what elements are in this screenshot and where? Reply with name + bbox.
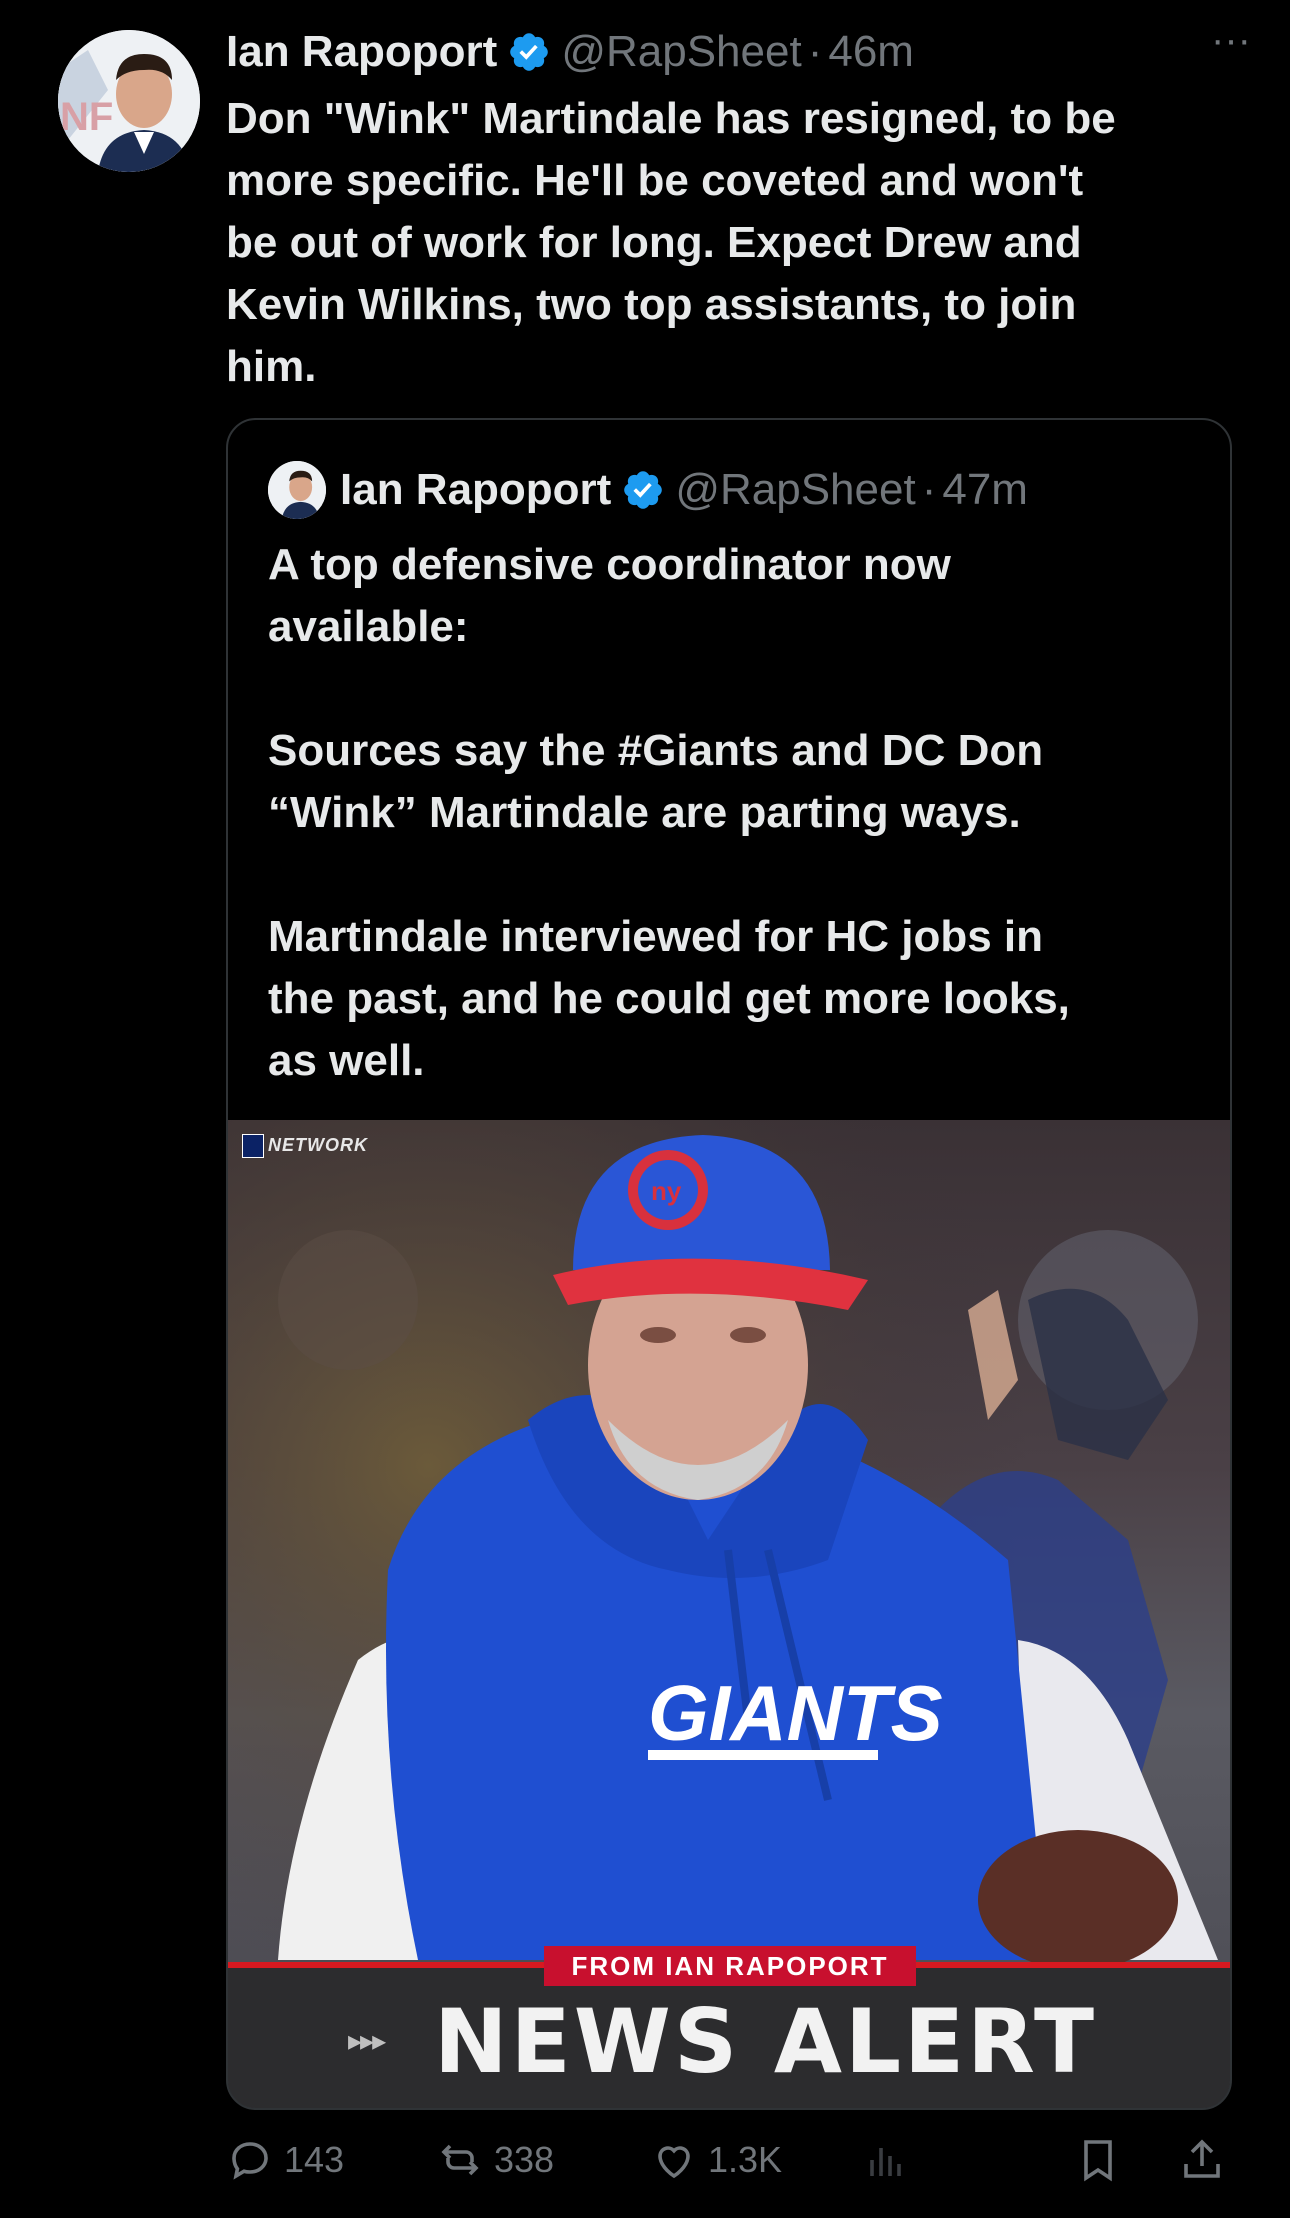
quoted-tweet[interactable]: Ian Rapoport @RapSheet · 47m A top defen…: [226, 418, 1232, 2110]
like-button[interactable]: 1.3K: [650, 2130, 782, 2190]
quoted-avatar: [268, 461, 326, 519]
bookmark-icon: [1084, 2140, 1112, 2182]
author-avatar[interactable]: NF: [58, 30, 200, 172]
quoted-media-image[interactable]: ny GIANTS NETWORK FROM IAN RAPOPORT ▸▸▸ …: [228, 1120, 1230, 2108]
more-icon[interactable]: ···: [1206, 20, 1256, 70]
repost-icon: [441, 2144, 479, 2176]
banner-arrows-icon: ▸▸▸: [348, 2025, 386, 2056]
action-bar: 143 338 1.3K: [226, 2130, 1226, 2190]
quoted-header: Ian Rapoport @RapSheet · 47m: [268, 460, 1028, 520]
repost-button[interactable]: 338: [436, 2130, 554, 2190]
avatar-photo: NF: [58, 30, 200, 172]
author-name[interactable]: Ian Rapoport: [226, 27, 497, 77]
svg-text:ny: ny: [651, 1176, 682, 1206]
verified-badge-icon: [507, 30, 551, 74]
timestamp[interactable]: 46m: [828, 27, 914, 77]
dot-separator: ·: [807, 27, 823, 76]
banner-title: NEWS ALERT: [434, 1990, 1097, 2093]
tweet-header: Ian Rapoport @RapSheet · 46m: [226, 20, 1250, 84]
share-icon: [1184, 2139, 1220, 2178]
repost-count: 338: [494, 2139, 555, 2180]
reply-count: 143: [284, 2139, 345, 2180]
quoted-handle: @RapSheet: [675, 465, 916, 514]
banner-tag: FROM IAN RAPOPORT: [544, 1946, 916, 1986]
bookmark-button[interactable]: [1074, 2130, 1132, 2190]
share-button[interactable]: [1178, 2130, 1236, 2190]
nfl-network-logo: NETWORK: [242, 1134, 368, 1158]
tweet-text: Don "Wink" Martindale has resigned, to b…: [226, 94, 1116, 391]
reply-button[interactable]: 143: [226, 2130, 344, 2190]
like-icon: [658, 2146, 690, 2179]
svg-text:NF: NF: [60, 95, 113, 139]
jersey-text: GIANTS: [648, 1669, 943, 1757]
verified-badge-icon: [621, 468, 665, 512]
like-count: 1.3K: [708, 2139, 783, 2180]
author-handle[interactable]: @RapSheet: [561, 27, 801, 77]
dot-separator: ·: [921, 465, 937, 514]
views-icon: [870, 2148, 901, 2176]
quoted-timestamp: 47m: [942, 465, 1028, 514]
reply-icon: [232, 2142, 268, 2180]
quoted-author-name: Ian Rapoport: [340, 465, 612, 514]
quoted-text: A top defensive coordinator now availabl…: [268, 540, 1070, 1085]
views-button[interactable]: [862, 2130, 920, 2190]
